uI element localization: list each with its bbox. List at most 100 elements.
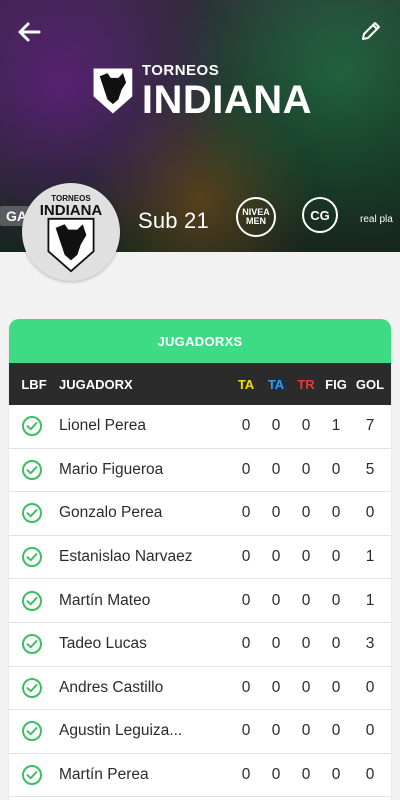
players-card: JUGADORXS LBF JUGADORX TA TA TR FIG GOL … xyxy=(9,319,391,800)
check-circle-icon xyxy=(9,459,55,481)
player-tr: 0 xyxy=(301,548,311,566)
check-circle-icon xyxy=(9,633,55,655)
check-circle-icon xyxy=(9,502,55,524)
pencil-icon xyxy=(362,22,380,40)
player-ta-yellow: 0 xyxy=(241,766,251,784)
arrow-left-icon xyxy=(18,22,41,42)
player-ta-blue: 0 xyxy=(271,635,281,653)
player-gol: 5 xyxy=(365,460,375,478)
player-name: Martín Perea xyxy=(59,766,149,784)
player-fig: 0 xyxy=(331,591,341,609)
player-name: Agustin Leguiza... xyxy=(59,722,183,740)
player-fig: 1 xyxy=(331,417,341,435)
player-ta-blue: 0 xyxy=(271,417,281,435)
tournament-logo: TORNEOS INDIANA xyxy=(92,58,312,124)
table-row[interactable]: Lionel Perea 0 0 0 1 7 xyxy=(9,405,391,449)
brand-big-text: INDIANA xyxy=(141,77,312,122)
player-ta-yellow: 0 xyxy=(241,722,251,740)
sponsor-nivea-text: NIVEA MEN xyxy=(242,208,270,226)
table-row[interactable]: Martín Mateo 0 0 0 0 1 xyxy=(9,579,391,623)
player-ta-yellow: 0 xyxy=(241,504,251,522)
col-tr-header: TR xyxy=(297,376,315,392)
col-ta-blue-header: TA xyxy=(267,376,285,392)
player-ta-yellow: 0 xyxy=(241,417,251,435)
col-fig-header: FIG xyxy=(325,376,347,392)
col-gol-header: GOL xyxy=(355,376,385,392)
player-ta-blue: 0 xyxy=(271,504,281,522)
player-gol: 1 xyxy=(365,548,375,566)
player-ta-yellow: 0 xyxy=(241,635,251,653)
player-ta-blue: 0 xyxy=(271,591,281,609)
table-row[interactable]: Andres Castillo 0 0 0 0 0 xyxy=(9,667,391,711)
card-title: JUGADORXS xyxy=(9,319,391,363)
player-tr: 0 xyxy=(301,460,311,478)
back-button[interactable] xyxy=(14,18,44,46)
player-tr: 0 xyxy=(301,417,311,435)
player-gol: 0 xyxy=(365,766,375,784)
player-ta-blue: 0 xyxy=(271,460,281,478)
player-ta-yellow: 0 xyxy=(241,460,251,478)
player-tr: 0 xyxy=(301,722,311,740)
player-fig: 0 xyxy=(331,504,341,522)
check-circle-icon xyxy=(9,590,55,612)
player-fig: 0 xyxy=(331,548,341,566)
sponsor-cg: CG xyxy=(302,197,338,233)
brand-text: TORNEOS INDIANA xyxy=(142,63,312,120)
table-row[interactable]: Martín Perea 0 0 0 0 0 xyxy=(9,754,391,798)
table-row[interactable]: Estanislao Narvaez 0 0 0 0 1 xyxy=(9,536,391,580)
player-name: Estanislao Narvaez xyxy=(59,548,193,566)
check-circle-icon xyxy=(9,764,55,786)
player-tr: 0 xyxy=(301,504,311,522)
table-row[interactable]: Agustin Leguiza... 0 0 0 0 0 xyxy=(9,710,391,754)
player-name: Lionel Perea xyxy=(59,417,147,435)
table-row[interactable]: Gonzalo Perea 0 0 0 0 0 xyxy=(9,492,391,536)
player-fig: 0 xyxy=(331,766,341,784)
team-avatar: TORNEOS INDIANA xyxy=(22,183,120,281)
player-gol: 0 xyxy=(365,722,375,740)
wolf-shield-icon xyxy=(93,68,133,114)
col-player-header: JUGADORX xyxy=(59,376,133,392)
player-fig: 0 xyxy=(331,678,341,696)
check-circle-icon xyxy=(9,720,55,742)
player-ta-blue: 0 xyxy=(271,766,281,784)
player-gol: 1 xyxy=(365,591,375,609)
check-circle-icon xyxy=(9,677,55,699)
app-root: TORNEOS INDIANA GALE NIVEAMEN CG real pl… xyxy=(0,0,400,800)
player-name: Martín Mateo xyxy=(59,591,151,609)
player-ta-yellow: 0 xyxy=(241,591,251,609)
player-ta-blue: 0 xyxy=(271,722,281,740)
nivea-bottom: MEN xyxy=(245,216,266,226)
player-fig: 0 xyxy=(331,722,341,740)
table-row[interactable]: Tadeo Lucas 0 0 0 0 3 xyxy=(9,623,391,667)
player-tr: 0 xyxy=(301,766,311,784)
player-fig: 0 xyxy=(331,635,341,653)
player-gol: 0 xyxy=(365,678,375,696)
col-lbf-header: LBF xyxy=(21,376,47,392)
player-ta-blue: 0 xyxy=(271,548,281,566)
sponsor-nivea: NIVEA MEN xyxy=(236,197,276,237)
edit-button[interactable] xyxy=(356,16,386,46)
brand-small-text: TORNEOS xyxy=(141,61,220,79)
player-gol: 3 xyxy=(365,635,375,653)
player-name: Andres Castillo xyxy=(59,678,164,696)
player-gol: 7 xyxy=(365,417,375,435)
player-tr: 0 xyxy=(301,591,311,609)
table-row[interactable]: Mario Figueroa 0 0 0 0 5 xyxy=(9,449,391,493)
team-shield-icon xyxy=(47,217,95,273)
player-tr: 0 xyxy=(301,678,311,696)
sponsor-realpla: real pla xyxy=(360,214,393,225)
check-circle-icon xyxy=(9,546,55,568)
team-avatar-text: TORNEOS INDIANA xyxy=(22,195,120,219)
table-header: LBF JUGADORX TA TA TR FIG GOL xyxy=(9,363,391,405)
avatar-big-text: INDIANA xyxy=(39,202,103,219)
player-ta-yellow: 0 xyxy=(241,548,251,566)
player-ta-blue: 0 xyxy=(271,678,281,696)
player-name: Tadeo Lucas xyxy=(59,635,147,653)
category-label: Sub 21 xyxy=(138,208,209,233)
check-circle-icon xyxy=(9,415,55,437)
player-list: Lionel Perea 0 0 0 1 7 Mario Figueroa 0 0 0 0 5 Gonz… xyxy=(9,405,391,798)
player-ta-yellow: 0 xyxy=(241,678,251,696)
player-gol: 0 xyxy=(365,504,375,522)
player-fig: 0 xyxy=(331,460,341,478)
player-tr: 0 xyxy=(301,635,311,653)
